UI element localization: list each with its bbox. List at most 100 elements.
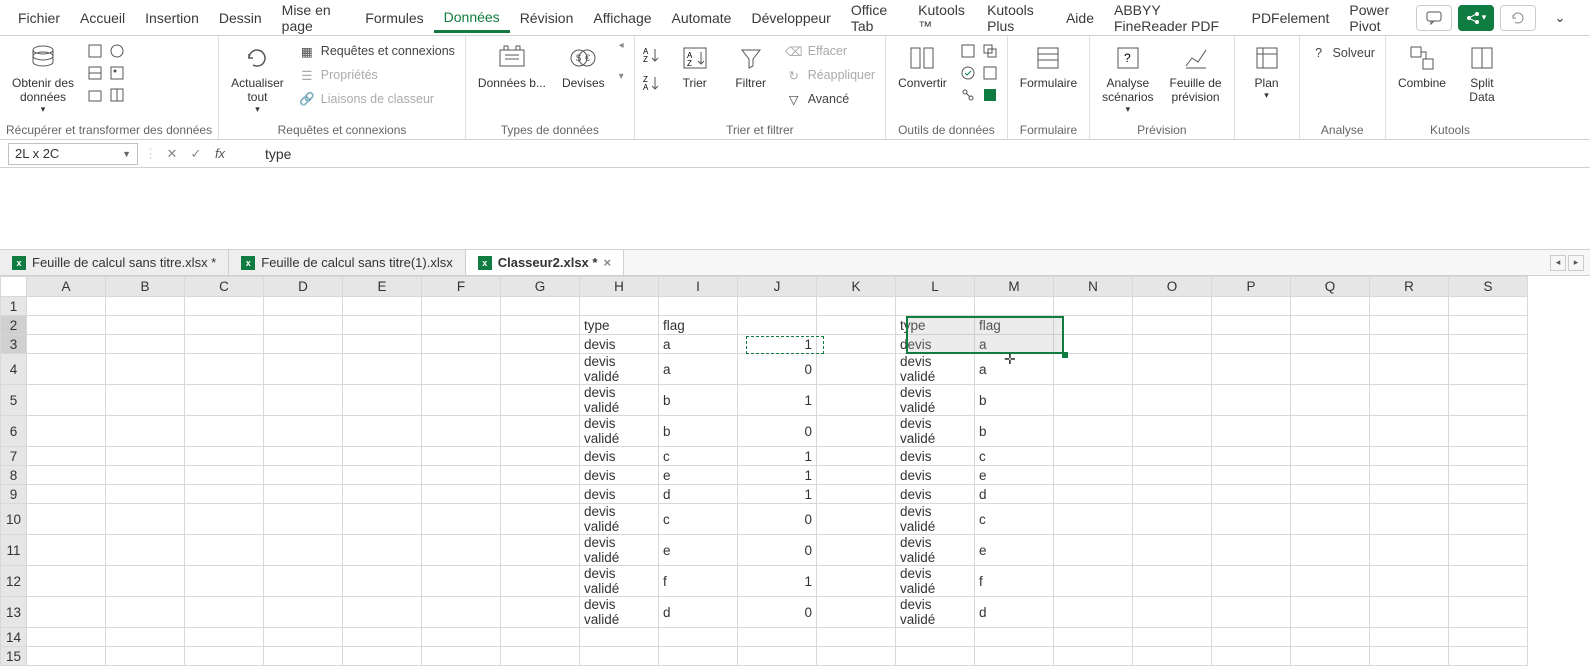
menu-tab-office-tab[interactable]: Office Tab bbox=[841, 0, 908, 41]
menu-tab-power-pivot[interactable]: Power Pivot bbox=[1339, 0, 1416, 41]
cell[interactable] bbox=[264, 385, 343, 416]
cell[interactable] bbox=[1370, 447, 1449, 466]
cell[interactable] bbox=[185, 485, 264, 504]
cell[interactable] bbox=[1133, 566, 1212, 597]
cell[interactable] bbox=[501, 447, 580, 466]
get-data-button[interactable]: Obtenir des données ▾ bbox=[6, 40, 80, 117]
cell[interactable] bbox=[1054, 566, 1133, 597]
cell[interactable] bbox=[1212, 466, 1291, 485]
cell[interactable] bbox=[1133, 297, 1212, 316]
cell[interactable] bbox=[1212, 628, 1291, 647]
cell[interactable] bbox=[1370, 335, 1449, 354]
cell[interactable] bbox=[1054, 597, 1133, 628]
data-type-prev-icon[interactable]: ◂ bbox=[619, 40, 624, 51]
cell[interactable] bbox=[1291, 485, 1370, 504]
cell[interactable]: devis validé bbox=[580, 416, 659, 447]
cell[interactable] bbox=[1370, 297, 1449, 316]
row-header[interactable]: 14 bbox=[1, 628, 27, 647]
advanced-filter-button[interactable]: ▽Avancé bbox=[781, 88, 879, 110]
cell[interactable] bbox=[27, 597, 106, 628]
cell[interactable] bbox=[1370, 466, 1449, 485]
cell[interactable] bbox=[27, 485, 106, 504]
tab-scroll-right-icon[interactable]: ▸ bbox=[1568, 255, 1584, 271]
cell[interactable] bbox=[1133, 535, 1212, 566]
cell[interactable] bbox=[264, 447, 343, 466]
cell[interactable] bbox=[817, 385, 896, 416]
cell[interactable] bbox=[106, 504, 185, 535]
row-header[interactable]: 2 bbox=[1, 316, 27, 335]
consolidate-icon[interactable] bbox=[981, 64, 999, 82]
cell[interactable] bbox=[1054, 466, 1133, 485]
cell[interactable] bbox=[580, 628, 659, 647]
cell[interactable]: devis validé bbox=[896, 416, 975, 447]
cell[interactable]: type bbox=[580, 316, 659, 335]
from-image-icon[interactable] bbox=[108, 64, 126, 82]
cell[interactable] bbox=[1291, 628, 1370, 647]
cell[interactable] bbox=[264, 485, 343, 504]
cell[interactable] bbox=[185, 566, 264, 597]
cell[interactable] bbox=[501, 385, 580, 416]
cell[interactable] bbox=[738, 628, 817, 647]
cell[interactable] bbox=[106, 335, 185, 354]
flash-fill-icon[interactable] bbox=[959, 42, 977, 60]
data-type-next-icon[interactable]: ▾ bbox=[619, 71, 624, 82]
cell[interactable] bbox=[817, 466, 896, 485]
cell[interactable] bbox=[264, 647, 343, 666]
cell[interactable] bbox=[185, 466, 264, 485]
cell[interactable] bbox=[422, 628, 501, 647]
cell[interactable] bbox=[501, 316, 580, 335]
cell[interactable]: 1 bbox=[738, 466, 817, 485]
cell[interactable] bbox=[1370, 647, 1449, 666]
row-header[interactable]: 4 bbox=[1, 354, 27, 385]
cell[interactable] bbox=[264, 354, 343, 385]
cell[interactable]: d bbox=[659, 597, 738, 628]
cell[interactable]: c bbox=[975, 447, 1054, 466]
column-header[interactable]: P bbox=[1212, 277, 1291, 297]
cell[interactable] bbox=[501, 335, 580, 354]
cell[interactable] bbox=[343, 504, 422, 535]
cell[interactable] bbox=[659, 647, 738, 666]
cell[interactable] bbox=[1054, 504, 1133, 535]
row-header[interactable]: 6 bbox=[1, 416, 27, 447]
cell[interactable] bbox=[817, 628, 896, 647]
queries-connections-button[interactable]: ▦Requêtes et connexions bbox=[294, 40, 459, 62]
cell[interactable] bbox=[343, 297, 422, 316]
cell[interactable] bbox=[1054, 385, 1133, 416]
cell[interactable] bbox=[817, 647, 896, 666]
cell[interactable] bbox=[1212, 335, 1291, 354]
cell[interactable] bbox=[422, 354, 501, 385]
workbook-tab[interactable]: x Feuille de calcul sans titre(1).xlsx bbox=[229, 250, 465, 275]
cell[interactable] bbox=[817, 447, 896, 466]
cell[interactable] bbox=[343, 354, 422, 385]
cell[interactable] bbox=[1449, 647, 1528, 666]
cell[interactable]: b bbox=[975, 385, 1054, 416]
currencies-data-type-button[interactable]: $€ Devises bbox=[556, 40, 611, 92]
cell[interactable] bbox=[501, 628, 580, 647]
cell[interactable] bbox=[1291, 566, 1370, 597]
column-header[interactable]: K bbox=[817, 277, 896, 297]
cell[interactable] bbox=[106, 416, 185, 447]
cell[interactable]: e bbox=[659, 535, 738, 566]
cell[interactable] bbox=[185, 597, 264, 628]
cell[interactable] bbox=[185, 504, 264, 535]
cell[interactable] bbox=[185, 628, 264, 647]
column-header[interactable]: F bbox=[422, 277, 501, 297]
cell[interactable] bbox=[1054, 297, 1133, 316]
cell[interactable] bbox=[1449, 566, 1528, 597]
cell[interactable] bbox=[343, 447, 422, 466]
cell[interactable] bbox=[659, 297, 738, 316]
cell[interactable] bbox=[1291, 597, 1370, 628]
cell[interactable] bbox=[1291, 335, 1370, 354]
cell[interactable] bbox=[1291, 385, 1370, 416]
cell[interactable]: devis validé bbox=[896, 385, 975, 416]
menu-tab-donnees[interactable]: Données bbox=[434, 2, 510, 33]
cell[interactable] bbox=[1054, 628, 1133, 647]
cell[interactable] bbox=[27, 504, 106, 535]
column-header[interactable]: R bbox=[1370, 277, 1449, 297]
remove-duplicates-icon[interactable] bbox=[981, 42, 999, 60]
cell[interactable] bbox=[1370, 316, 1449, 335]
recent-sources-icon[interactable] bbox=[86, 86, 104, 104]
cell[interactable] bbox=[106, 466, 185, 485]
cell[interactable] bbox=[1370, 385, 1449, 416]
column-header[interactable]: O bbox=[1133, 277, 1212, 297]
